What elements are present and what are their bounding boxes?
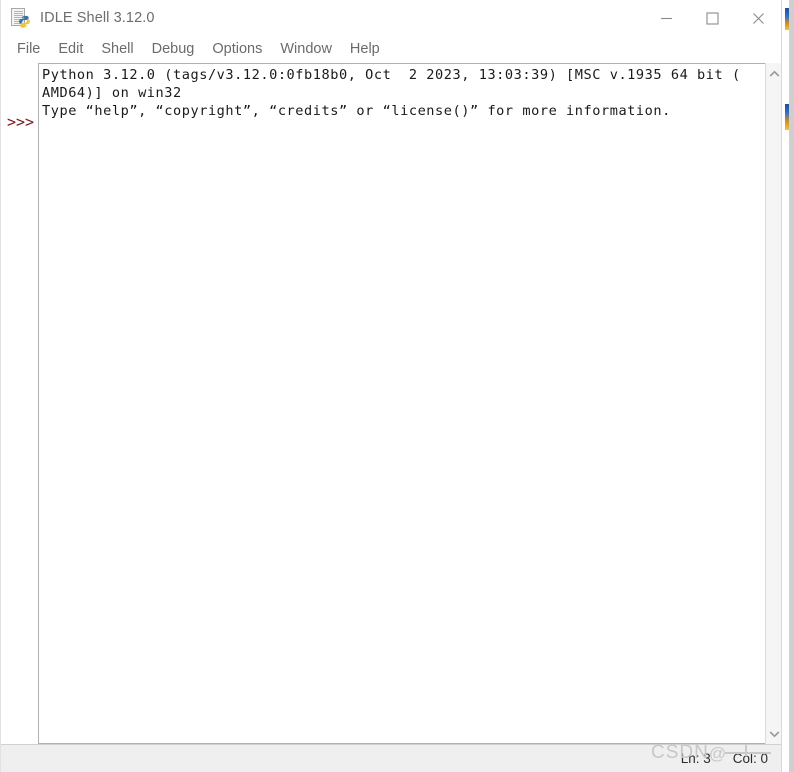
menu-item-options[interactable]: Options: [203, 40, 271, 59]
background-window[interactable]: [781, 0, 794, 772]
scroll-up-button[interactable]: [766, 65, 781, 82]
titlebar[interactable]: IDLE Shell 3.12.0: [1, 0, 781, 36]
menu-item-debug[interactable]: Debug: [143, 40, 204, 59]
maximize-button[interactable]: [689, 0, 735, 36]
window-title: IDLE Shell 3.12.0: [40, 10, 155, 26]
shell-output-text[interactable]: Python 3.12.0 (tags/v3.12.0:0fb18b0, Oct…: [38, 63, 765, 744]
minimize-button[interactable]: [643, 0, 689, 36]
menu-item-help[interactable]: Help: [341, 40, 389, 59]
console-line: Type “help”, “copyright”, “credits” or “…: [42, 102, 671, 119]
prompt-gutter: >>>: [1, 63, 38, 744]
menu-item-window[interactable]: Window: [271, 40, 341, 59]
idle-shell-window: IDLE Shell 3.12.0 File Edit Shell Debug …: [0, 0, 794, 772]
watermark-dash: [725, 752, 771, 754]
menubar: File Edit Shell Debug Options Window Hel…: [1, 36, 781, 63]
menu-item-shell[interactable]: Shell: [92, 40, 142, 59]
python-document-icon: [11, 8, 31, 28]
python-logo-icon: [19, 15, 30, 28]
menu-item-file[interactable]: File: [8, 40, 49, 59]
scroll-down-button[interactable]: [766, 725, 781, 742]
main-window: IDLE Shell 3.12.0 File Edit Shell Debug …: [0, 0, 781, 772]
background-window-scrollbar[interactable]: [789, 0, 794, 772]
maximize-icon: [705, 11, 719, 25]
window-controls: [643, 0, 781, 36]
watermark-tick: [745, 744, 747, 756]
shell-area: >>> Python 3.12.0 (tags/v3.12.0:0fb18b0,…: [1, 63, 781, 772]
chevron-down-icon: [769, 730, 780, 737]
close-button[interactable]: [735, 0, 781, 36]
chevron-up-icon: [769, 70, 780, 77]
menu-item-edit[interactable]: Edit: [49, 40, 92, 59]
console-line: AMD64)] on win32: [42, 84, 182, 101]
status-line-number: Ln: 3: [680, 751, 711, 766]
vertical-scrollbar[interactable]: [765, 63, 781, 744]
shell-prompt: >>>: [7, 113, 35, 131]
console-line: Python 3.12.0 (tags/v3.12.0:0fb18b0, Oct…: [42, 67, 741, 83]
close-icon: [752, 12, 764, 24]
minimize-icon: [660, 17, 672, 19]
statusbar: Ln: 3 Col: 0: [1, 744, 781, 772]
